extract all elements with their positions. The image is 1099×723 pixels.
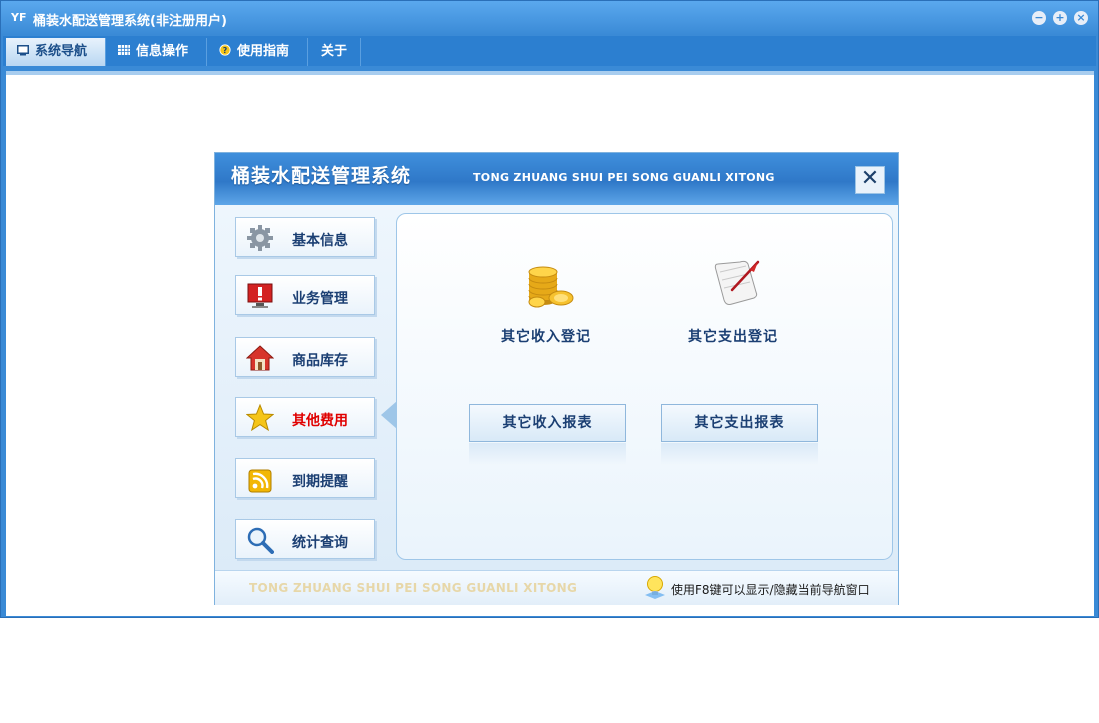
svg-text:?: ? [223,46,227,55]
menu-item-label: 系统导航 [35,44,88,59]
dialog-header: 桶装水配送管理系统 TONG ZHUANG SHUI PEI SONG GUAN… [215,153,898,205]
navigation-dialog: 桶装水配送管理系统 TONG ZHUANG SHUI PEI SONG GUAN… [214,152,899,605]
sidebar-item-label: 基本信息 [292,233,348,249]
sidebar-item-label: 到期提醒 [292,474,348,490]
close-icon[interactable]: × [1074,11,1088,25]
star-icon [246,404,274,432]
menu-item-about[interactable]: 关于 [309,38,361,66]
menu-item-user-guide[interactable]: ? 使用指南 [208,38,308,66]
sidebar-item-label: 业务管理 [292,291,348,307]
coins-icon[interactable] [523,258,575,310]
footer-tip-text: 使用F8键可以显示/隐藏当前导航窗口 [671,583,870,597]
sidebar-item-expiry-reminder[interactable]: 到期提醒 [235,458,375,498]
sidebar-item-other-expenses[interactable]: 其他费用 [235,397,375,437]
menu-bar: 系统导航 信息操作 ? 使用指南 关于 [3,36,1096,66]
grid-icon [118,45,130,55]
dialog-title: 桶装水配送管理系统 [231,165,412,187]
help-icon: ? [219,44,231,56]
button-reflection [661,443,818,465]
dialog-close-button[interactable]: ✕ [855,166,885,194]
minimize-icon[interactable]: − [1032,11,1046,25]
maximize-icon[interactable]: + [1053,11,1067,25]
sidebar-item-business-management[interactable]: 业务管理 [235,275,375,315]
monitor-icon [17,45,29,56]
close-icon: ✕ [860,166,880,191]
report-button-label: 其它收入报表 [502,415,593,431]
menu-item-system-navigation[interactable]: 系统导航 [6,38,106,66]
app-logo-icon: YF [11,11,27,24]
gear-icon [247,225,273,251]
sidebar-item-product-inventory[interactable]: 商品库存 [235,337,375,377]
lightbulb-icon [645,576,665,599]
dialog-subtitle: TONG ZHUANG SHUI PEI SONG GUANLI XITONG [473,171,775,184]
menu-item-label: 使用指南 [237,44,290,59]
alert-monitor-icon [247,283,273,308]
function-panel: 其它收入登记 其它支出登记 其它收入报表 其它支出报表 [396,213,893,560]
footer-watermark: TONG ZHUANG SHUI PEI SONG GUANLI XITONG [249,581,578,595]
sidebar-item-label: 其他费用 [292,413,348,429]
dialog-body: 基本信息 业务管理 商品库存 其他费用 到期提醒 统计查询 其它收入登记 其它支… [215,205,898,570]
scroll-quill-icon[interactable] [710,256,762,308]
sidebar-item-label: 商品库存 [292,353,348,369]
sidebar-item-label: 统计查询 [292,535,348,551]
other-expense-report-button[interactable]: 其它支出报表 [661,404,818,442]
window-title: 桶装水配送管理系统(非注册用户) [33,14,227,29]
menu-item-info-operation[interactable]: 信息操作 [107,38,207,66]
title-bar[interactable]: YF 桶装水配送管理系统(非注册用户) − + × [1,1,1098,35]
magnifier-icon [247,527,274,554]
dialog-footer: TONG ZHUANG SHUI PEI SONG GUANLI XITONG … [215,570,898,605]
sidebar-item-basic-info[interactable]: 基本信息 [235,217,375,257]
panel-pointer [381,401,397,429]
button-reflection [469,443,626,465]
house-icon [246,345,274,371]
other-income-registration-link[interactable]: 其它收入登记 [501,326,591,346]
other-income-report-button[interactable]: 其它收入报表 [469,404,626,442]
sidebar-item-statistics-query[interactable]: 统计查询 [235,519,375,559]
report-button-label: 其它支出报表 [694,415,785,431]
menu-item-label: 关于 [321,44,348,59]
other-expense-registration-link[interactable]: 其它支出登记 [688,326,778,346]
rss-icon [248,469,272,493]
menu-item-label: 信息操作 [136,44,189,59]
